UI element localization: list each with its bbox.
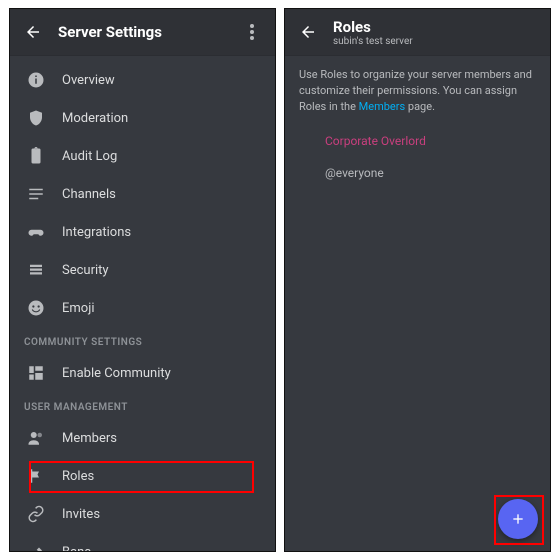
menu-label: Moderation <box>62 111 128 126</box>
lock-icon <box>24 259 48 281</box>
page-subtitle: subin's test server <box>333 37 538 47</box>
menu-item-overview[interactable]: Overview <box>10 61 275 99</box>
desc-text: page. <box>405 100 435 113</box>
settings-menu: Overview Moderation Audit Log Channels I… <box>10 55 275 552</box>
roles-description: Use Roles to organize your server member… <box>285 55 550 125</box>
menu-item-integrations[interactable]: Integrations <box>10 213 275 251</box>
page-title: Roles <box>333 18 538 36</box>
menu-label: Security <box>62 263 109 278</box>
hammer-icon <box>24 541 48 552</box>
server-settings-panel: Server Settings Overview Moderation Audi… <box>9 8 276 552</box>
link-icon <box>24 503 48 525</box>
add-role-button[interactable] <box>498 499 538 539</box>
gamepad-icon <box>24 221 48 243</box>
info-icon <box>24 69 48 91</box>
menu-label: Overview <box>62 73 115 88</box>
back-button[interactable] <box>297 21 319 43</box>
menu-item-bans[interactable]: Bans <box>10 533 275 552</box>
lines-icon <box>24 183 48 205</box>
roles-panel: Roles subin's test server Use Roles to o… <box>284 8 551 552</box>
role-name: @everyone <box>325 166 384 180</box>
menu-item-members[interactable]: Members <box>10 419 275 457</box>
menu-label: Roles <box>62 469 94 484</box>
shield-icon <box>24 107 48 129</box>
section-community-settings: COMMUNITY SETTINGS <box>10 327 275 354</box>
flag-icon <box>24 465 48 487</box>
clipboard-icon <box>24 145 48 167</box>
emoji-icon <box>24 297 48 319</box>
settings-header: Server Settings <box>10 9 275 55</box>
menu-label: Enable Community <box>62 366 171 381</box>
overflow-menu-button[interactable] <box>241 21 263 43</box>
menu-label: Members <box>62 431 117 446</box>
menu-label: Integrations <box>62 225 131 240</box>
page-title: Server Settings <box>58 23 241 41</box>
menu-label: Emoji <box>62 301 94 316</box>
roles-header: Roles subin's test server <box>285 9 550 55</box>
menu-label: Invites <box>62 507 100 522</box>
menu-label: Audit Log <box>62 149 117 164</box>
menu-item-security[interactable]: Security <box>10 251 275 289</box>
menu-item-invites[interactable]: Invites <box>10 495 275 533</box>
members-link[interactable]: Members <box>359 100 406 113</box>
menu-item-moderation[interactable]: Moderation <box>10 99 275 137</box>
back-button[interactable] <box>22 21 44 43</box>
menu-item-audit-log[interactable]: Audit Log <box>10 137 275 175</box>
role-name: Corporate Overlord <box>325 134 426 148</box>
menu-label: Bans <box>62 545 91 553</box>
role-item-everyone[interactable]: @everyone <box>285 157 550 189</box>
menu-item-enable-community[interactable]: Enable Community <box>10 354 275 392</box>
menu-item-channels[interactable]: Channels <box>10 175 275 213</box>
menu-item-roles[interactable]: Roles <box>10 457 275 495</box>
menu-label: Channels <box>62 187 116 202</box>
menu-item-emoji[interactable]: Emoji <box>10 289 275 327</box>
role-item-custom[interactable]: Corporate Overlord <box>285 125 550 157</box>
section-user-management: USER MANAGEMENT <box>10 392 275 419</box>
community-icon <box>24 362 48 384</box>
members-icon <box>24 427 48 449</box>
